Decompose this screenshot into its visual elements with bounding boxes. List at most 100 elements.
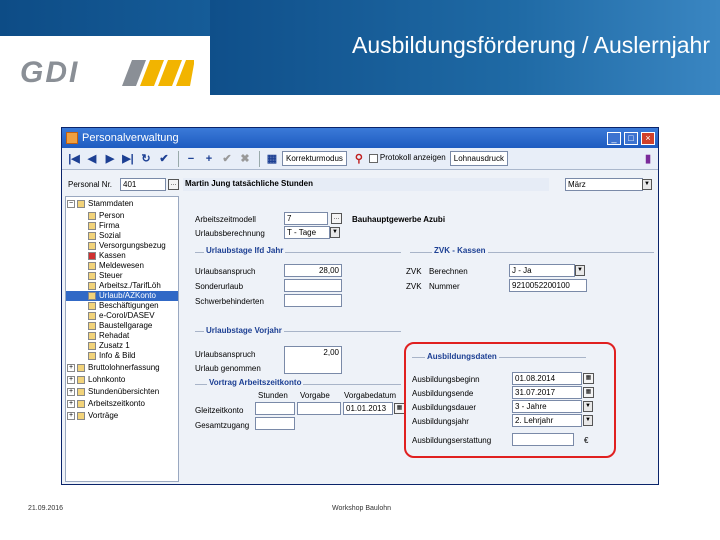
zvk-berechnen-dropdown-icon[interactable]: ▼ bbox=[575, 265, 585, 276]
tree-item-label: Arbeitsz./TarifLöh bbox=[99, 281, 161, 290]
tree-group-arbeitszeitkonto[interactable]: + Arbeitszeitkonto bbox=[67, 399, 145, 409]
window-title: Personalverwaltung bbox=[82, 132, 179, 144]
tree-group-lohnkonto[interactable]: + Lohnkonto bbox=[67, 375, 125, 385]
tree-item-steuer[interactable]: Steuer bbox=[88, 271, 123, 281]
window-titlebar[interactable]: Personalverwaltung _ □ × bbox=[62, 128, 658, 148]
vacation-icon bbox=[88, 291, 96, 300]
vj-urlaubsanspruch-field[interactable]: 2,00 bbox=[284, 346, 342, 374]
folder-icon bbox=[77, 363, 85, 372]
slide-title: Ausbildungsförderung / Auslernjahr bbox=[351, 32, 710, 58]
save-icon[interactable]: ✔ bbox=[219, 151, 235, 167]
urlaubsanspruch-label: Urlaubsanspruch bbox=[195, 267, 256, 276]
expand-icon[interactable]: + bbox=[67, 363, 75, 372]
gleitzeit-vorgabe[interactable] bbox=[297, 402, 341, 415]
expand-icon[interactable]: + bbox=[67, 411, 75, 420]
gleitzeit-stunden[interactable] bbox=[255, 402, 295, 415]
gleitzeit-date[interactable]: 01.01.2013 bbox=[343, 402, 393, 415]
expand-icon[interactable]: + bbox=[67, 399, 75, 408]
maximize-button[interactable]: □ bbox=[624, 131, 638, 145]
tree-item-baustelle[interactable]: Baustellgarage bbox=[88, 321, 152, 331]
tree-group-vortraege[interactable]: + Vorträge bbox=[67, 411, 118, 421]
zvk-prefix-2: ZVK bbox=[406, 282, 422, 291]
toolbar-separator bbox=[259, 150, 260, 167]
folder-icon bbox=[77, 375, 85, 384]
tree-item-label: Sozial bbox=[99, 231, 121, 240]
tree-item-dasev[interactable]: e-Corol/DASEV bbox=[88, 311, 155, 321]
mode-dropdown[interactable]: Korrekturmodus bbox=[282, 151, 347, 166]
info-icon bbox=[88, 351, 96, 360]
tree-item-label: Person bbox=[99, 211, 125, 220]
zvk-nummer-field[interactable]: 9210052200100 bbox=[509, 279, 587, 292]
tree-item-beschaeftigungen[interactable]: Beschäftigungen bbox=[88, 301, 159, 311]
cross-icon bbox=[88, 251, 96, 260]
section-vortrag: Vortrag Arbeitszeitkonto bbox=[207, 378, 304, 387]
protokoll-checkbox[interactable] bbox=[368, 154, 378, 163]
urlaubsanspruch-field[interactable]: 28,00 bbox=[284, 264, 342, 277]
personal-lookup-icon[interactable]: … bbox=[168, 179, 179, 190]
exit-icon[interactable]: ▮ bbox=[640, 151, 656, 167]
urlaubsberechnung-dropdown-icon[interactable]: ▼ bbox=[330, 227, 340, 238]
section-urlaub-vorjahr: Urlaubstage Vorjahr bbox=[204, 326, 284, 335]
tree-item-label: Info & Bild bbox=[99, 351, 136, 360]
prev-record-icon[interactable]: ◀ bbox=[84, 151, 100, 167]
toolbar: |◀ ◀ ▶ ▶| ↻ ✔ − + ✔ ✖ ▦ Korrekturmodus ⚲… bbox=[62, 148, 658, 170]
minimize-button[interactable]: _ bbox=[607, 131, 621, 145]
zvk-prefix-1: ZVK bbox=[406, 267, 422, 276]
month-field[interactable]: März bbox=[565, 178, 643, 191]
print-dropdown[interactable]: Lohnausdruck bbox=[449, 151, 509, 166]
expand-icon[interactable]: + bbox=[67, 375, 75, 384]
calendar-icon[interactable]: ▦ bbox=[264, 151, 280, 167]
month-dropdown-icon[interactable]: ▼ bbox=[642, 179, 652, 190]
cancel-icon[interactable]: ✖ bbox=[237, 151, 253, 167]
tree-root-stammdaten[interactable]: − Stammdaten bbox=[67, 199, 133, 209]
arbeitszeitmodell-field[interactable]: 7 bbox=[284, 212, 328, 225]
collapse-icon[interactable]: − bbox=[67, 199, 75, 208]
tree-item-label: Versorgungsbezug bbox=[99, 241, 166, 250]
gesamtzugang-label: Gesamtzugang bbox=[195, 421, 250, 430]
add-record-icon[interactable]: + bbox=[201, 151, 217, 167]
urlaubsberechnung-select[interactable]: T - Tage bbox=[284, 226, 330, 239]
tree-group-stunden[interactable]: + Stundenübersichten bbox=[67, 387, 159, 397]
confirm-icon[interactable]: ✔ bbox=[156, 151, 172, 167]
tree-item-kassen[interactable]: Kassen bbox=[88, 251, 126, 261]
zvk-berechnen-select[interactable]: J - Ja bbox=[509, 264, 575, 277]
folder-icon bbox=[77, 411, 85, 420]
tree-item-label: Rehadat bbox=[99, 331, 130, 340]
schwerbehinderten-field[interactable] bbox=[284, 294, 342, 307]
tree-item-firma[interactable]: Firma bbox=[88, 221, 119, 231]
tree-group-bruttolohn[interactable]: + Bruttolohnerfassung bbox=[67, 363, 160, 373]
tree-item-sozial[interactable]: Sozial bbox=[88, 231, 121, 241]
first-record-icon[interactable]: |◀ bbox=[66, 151, 82, 167]
tree-item-info-bild[interactable]: Info & Bild bbox=[88, 351, 135, 361]
company-icon bbox=[88, 221, 96, 230]
site-icon bbox=[88, 321, 96, 330]
tree-item-arbeitszeit[interactable]: Arbeitsz./TarifLöh bbox=[88, 281, 161, 291]
close-button[interactable]: × bbox=[641, 131, 655, 145]
col-vorgabe: Vorgabe bbox=[300, 391, 330, 400]
section-zvk: ZVK - Kassen bbox=[432, 246, 488, 255]
last-record-icon[interactable]: ▶| bbox=[120, 151, 136, 167]
tree-item-meldewesen[interactable]: Meldewesen bbox=[88, 261, 144, 271]
tree-item-zusatz[interactable]: Zusatz 1 bbox=[88, 341, 130, 351]
binoculars-icon[interactable]: ⚲ bbox=[351, 151, 367, 167]
tree-item-person[interactable]: Person bbox=[88, 211, 124, 221]
extra-icon bbox=[88, 341, 96, 350]
next-record-icon[interactable]: ▶ bbox=[102, 151, 118, 167]
tree-item-rehadat[interactable]: Rehadat bbox=[88, 331, 129, 341]
rehab-icon bbox=[88, 331, 96, 340]
expand-icon[interactable]: + bbox=[67, 387, 75, 396]
personal-nr-label: Personal Nr. bbox=[68, 180, 113, 189]
sonderurlaub-field[interactable] bbox=[284, 279, 342, 292]
tree-group-label: Stundenübersichten bbox=[88, 387, 160, 396]
schwerbehinderten-label: Schwerbehinderten bbox=[195, 297, 264, 306]
footer-date: 21.09.2016 bbox=[28, 505, 64, 512]
tree-item-versorgungsbezug[interactable]: Versorgungsbezug bbox=[88, 241, 166, 251]
tree-item-label: Kassen bbox=[99, 251, 126, 260]
arbeitszeitmodell-lookup-icon[interactable]: … bbox=[331, 213, 342, 224]
tree-item-urlaub-selected[interactable]: Urlaub/AZKonto bbox=[66, 291, 178, 301]
delete-record-icon[interactable]: − bbox=[183, 151, 199, 167]
personal-nr-field[interactable]: 401 bbox=[120, 178, 166, 191]
refresh-icon[interactable]: ↻ bbox=[138, 151, 154, 167]
gesamtzugang-field[interactable] bbox=[255, 417, 295, 430]
zvk-berechnen-label: Berechnen bbox=[429, 267, 468, 276]
